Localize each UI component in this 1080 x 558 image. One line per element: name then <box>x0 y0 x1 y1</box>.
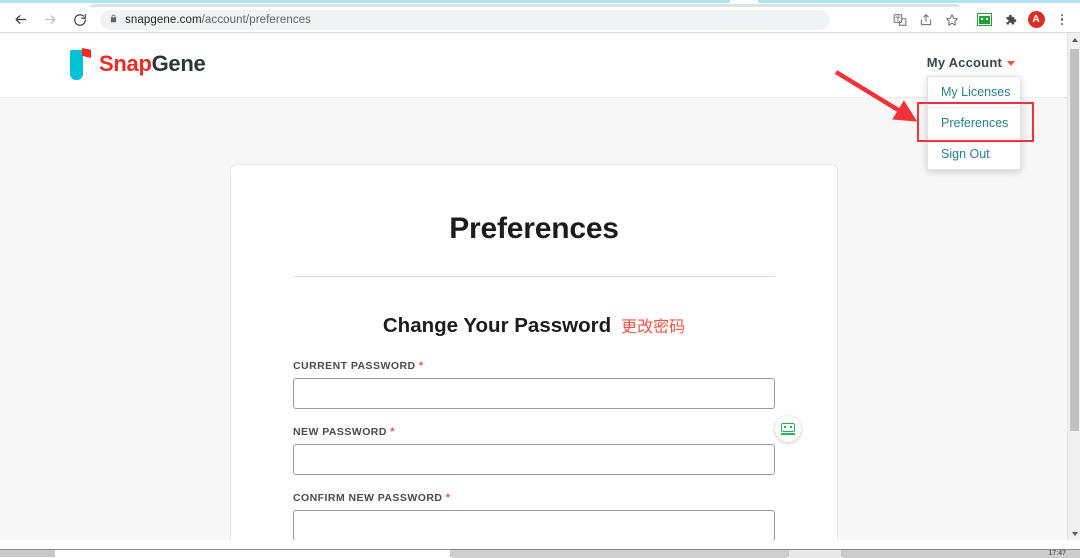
scroll-down-arrow-icon[interactable] <box>1068 527 1080 540</box>
current-password-label: CURRENT PASSWORD * <box>293 360 775 372</box>
logo-snap-text: Snap <box>99 51 152 76</box>
scroll-up-arrow-icon[interactable] <box>1068 33 1080 46</box>
bookmark-star-icon[interactable] <box>939 8 965 32</box>
lock-icon <box>109 11 118 29</box>
tab-strip-accent-left <box>0 0 730 3</box>
preferences-card: Preferences Change Your Password 更改密码 CU… <box>230 164 838 540</box>
current-password-input[interactable] <box>293 378 775 409</box>
new-password-label-text: NEW PASSWORD <box>293 426 387 438</box>
current-password-field-group: CURRENT PASSWORD * <box>293 360 775 409</box>
current-password-label-text: CURRENT PASSWORD <box>293 360 416 372</box>
my-account-label: My Account <box>927 55 1002 70</box>
translate-icon[interactable] <box>887 8 913 32</box>
extensions-puzzle-icon[interactable] <box>997 8 1023 32</box>
required-asterisk: * <box>419 360 424 372</box>
new-password-field-group: NEW PASSWORD * <box>293 426 775 475</box>
url-text: snapgene.com/account/preferences <box>125 14 311 26</box>
section-title-translation: 更改密码 <box>621 313 685 337</box>
address-bar[interactable]: snapgene.com/account/preferences <box>100 10 830 30</box>
back-button[interactable] <box>6 8 34 32</box>
page-title: Preferences <box>231 212 837 246</box>
url-path: /account/preferences <box>202 14 311 26</box>
change-password-heading: Change Your Password 更改密码 <box>231 313 837 338</box>
profile-avatar[interactable]: A <box>1023 8 1049 32</box>
confirm-password-input[interactable] <box>293 510 775 540</box>
password-manager-extension-icon[interactable] <box>971 8 997 32</box>
vertical-scrollbar[interactable] <box>1067 33 1080 540</box>
os-taskbar: 17:47 <box>0 549 1080 557</box>
logo-gene-text: Gene <box>152 51 206 76</box>
browser-toolbar: snapgene.com/account/preferences A <box>0 7 1080 33</box>
reload-button[interactable] <box>66 8 94 32</box>
menu-item-preferences[interactable]: Preferences <box>928 108 1020 139</box>
snapgene-logo[interactable]: SnapGene <box>68 47 205 80</box>
vertical-scrollbar-thumb[interactable] <box>1070 49 1079 431</box>
new-password-label: NEW PASSWORD * <box>293 426 775 438</box>
chevron-down-icon <box>1007 61 1015 66</box>
required-asterisk: * <box>390 426 395 438</box>
my-account-button[interactable]: My Account <box>927 55 1015 70</box>
confirm-password-label-text: CONFIRM NEW PASSWORD <box>293 492 442 504</box>
site-header: SnapGene My Account My Licenses Preferen… <box>0 33 1067 98</box>
share-icon[interactable] <box>913 8 939 32</box>
section-title: Change Your Password <box>383 314 611 338</box>
browser-window: snapgene.com/account/preferences A <box>0 0 1080 557</box>
toolbar-right-icons: A <box>887 8 1080 32</box>
title-divider <box>293 276 775 277</box>
menu-item-sign-out[interactable]: Sign Out <box>928 139 1020 169</box>
tab-strip-accent-right <box>758 0 1080 3</box>
kebab-menu-icon[interactable] <box>1049 8 1075 32</box>
tab-strip <box>0 0 1080 7</box>
navigation-buttons <box>0 8 94 32</box>
required-asterisk: * <box>446 492 451 504</box>
logo-wordmark: SnapGene <box>99 51 205 77</box>
account-dropdown-menu: My Licenses Preferences Sign Out <box>927 76 1021 170</box>
menu-item-my-licenses[interactable]: My Licenses <box>928 77 1020 108</box>
snapgene-tube-logo-icon <box>68 47 92 80</box>
password-manager-bot-icon[interactable] <box>775 416 801 442</box>
change-password-form: CURRENT PASSWORD * NEW PASSWORD * CONFIR… <box>293 360 775 540</box>
url-host: snapgene.com <box>125 14 202 26</box>
confirm-password-field-group: CONFIRM NEW PASSWORD * <box>293 492 775 540</box>
avatar-letter: A <box>1028 11 1045 28</box>
page-viewport: SnapGene My Account My Licenses Preferen… <box>0 33 1067 540</box>
new-password-input[interactable] <box>293 444 775 475</box>
forward-button[interactable] <box>36 8 64 32</box>
page-body: Preferences Change Your Password 更改密码 CU… <box>0 98 1067 540</box>
confirm-password-label: CONFIRM NEW PASSWORD * <box>293 492 775 504</box>
